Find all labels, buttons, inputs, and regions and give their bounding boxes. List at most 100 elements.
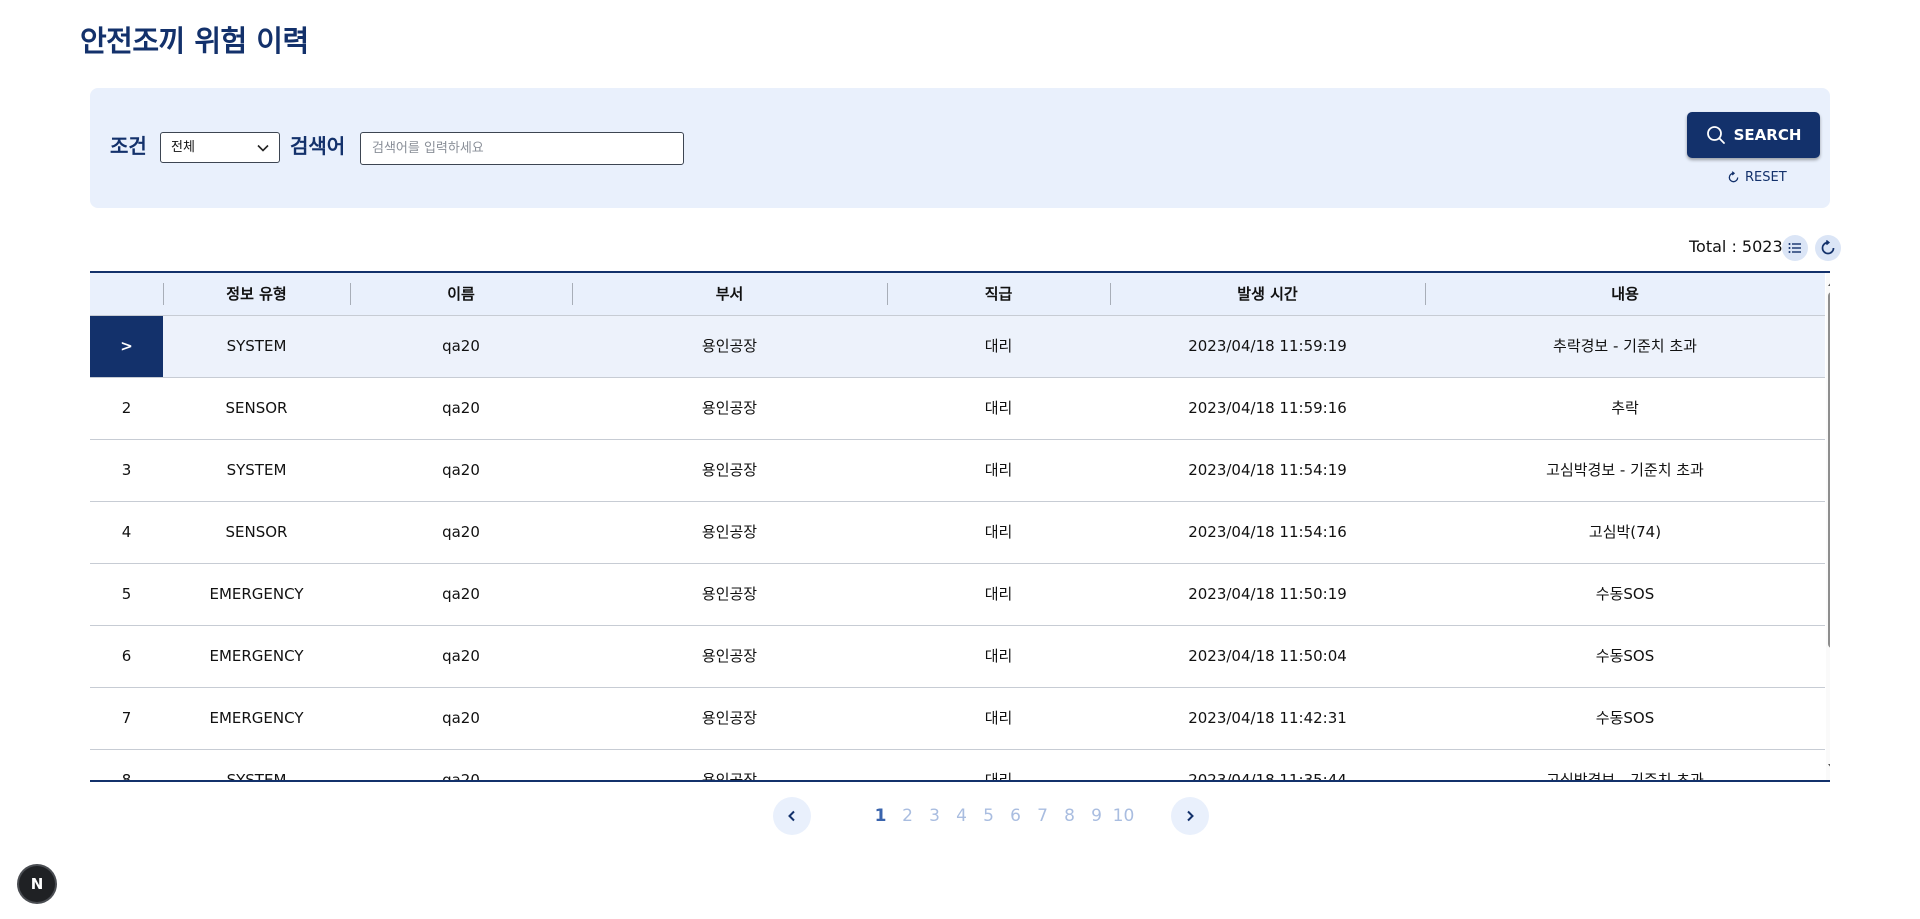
condition-label: 조건 xyxy=(110,134,147,158)
cell-time: 2023/04/18 11:50:19 xyxy=(1188,585,1347,603)
cell-rank: 대리 xyxy=(984,709,1013,727)
cell-dept: 용인공장 xyxy=(701,771,758,782)
refresh-button[interactable] xyxy=(1815,235,1841,261)
list-icon xyxy=(1788,243,1801,253)
cell-rank: 대리 xyxy=(984,461,1013,479)
search-button-label: SEARCH xyxy=(1733,126,1802,144)
table-row[interactable]: 3 SYSTEM qa20 용인공장 대리 2023/04/18 11:54:1… xyxy=(90,440,1825,502)
cell-rank: 대리 xyxy=(984,523,1013,541)
page-title: 안전조끼 위험 이력 xyxy=(80,24,309,58)
nextjs-badge[interactable]: N xyxy=(19,866,55,902)
cell-content: 추락경보 - 기준치 초과 xyxy=(1553,337,1697,355)
condition-select-value: 전체 xyxy=(171,140,195,155)
cell-no: 8 xyxy=(121,771,132,782)
scrollbar-thumb[interactable] xyxy=(1828,292,1830,648)
search-input[interactable] xyxy=(360,132,684,165)
list-view-button[interactable] xyxy=(1782,235,1808,261)
refresh-icon xyxy=(1728,171,1739,183)
page-link[interactable]: 7 xyxy=(1029,806,1056,826)
table-row[interactable]: 8 SYSTEM qa20 용인공장 대리 2023/04/18 11:35:4… xyxy=(90,750,1825,782)
cell-no: 3 xyxy=(121,461,132,479)
page-link[interactable]: 5 xyxy=(975,806,1002,826)
reset-button[interactable]: RESET xyxy=(1727,170,1787,185)
column-header-rank: 직급 xyxy=(887,273,1110,315)
cell-content: 추락 xyxy=(1611,399,1639,417)
cell-name: qa20 xyxy=(442,647,480,665)
cell-no: 7 xyxy=(121,709,132,727)
cell-time: 2023/04/18 11:59:16 xyxy=(1188,399,1347,417)
page-link[interactable]: 10 xyxy=(1110,806,1137,826)
page-link[interactable]: 3 xyxy=(921,806,948,826)
scroll-up-icon[interactable] xyxy=(1826,279,1830,287)
next-page-button[interactable] xyxy=(1171,797,1209,835)
page-link[interactable]: 6 xyxy=(1002,806,1029,826)
cell-name: qa20 xyxy=(442,399,480,417)
condition-select[interactable]: 전체 xyxy=(160,132,280,163)
row-marker: > xyxy=(90,316,163,377)
cell-rank: 대리 xyxy=(984,585,1013,603)
chevron-right-icon xyxy=(1187,810,1194,822)
keyword-label: 검색어 xyxy=(290,134,346,158)
cell-rank: 대리 xyxy=(984,399,1013,417)
cell-type: SYSTEM xyxy=(226,337,287,355)
cell-content: 고심박(74) xyxy=(1588,523,1662,541)
cell-name: qa20 xyxy=(442,461,480,479)
cell-no: 6 xyxy=(121,647,132,665)
page-link[interactable]: 4 xyxy=(948,806,975,826)
column-header-dept: 부서 xyxy=(572,273,887,315)
refresh-icon xyxy=(1821,240,1835,255)
cell-type: SENSOR xyxy=(225,523,288,541)
table-row[interactable]: 5 EMERGENCY qa20 용인공장 대리 2023/04/18 11:5… xyxy=(90,564,1825,626)
total-count: Total : 5023 xyxy=(1689,237,1783,256)
cell-name: qa20 xyxy=(442,771,480,782)
cell-rank: 대리 xyxy=(984,771,1013,782)
cell-time: 2023/04/18 11:35:44 xyxy=(1188,771,1347,782)
cell-type: SYSTEM xyxy=(226,461,287,479)
cell-dept: 용인공장 xyxy=(701,523,758,541)
table-row[interactable]: 2 SENSOR qa20 용인공장 대리 2023/04/18 11:59:1… xyxy=(90,378,1825,440)
cell-rank: 대리 xyxy=(984,337,1013,355)
page-link[interactable]: 8 xyxy=(1056,806,1083,826)
cell-time: 2023/04/18 11:59:19 xyxy=(1188,337,1347,355)
cell-time: 2023/04/18 11:54:16 xyxy=(1188,523,1347,541)
table-row[interactable]: 4 SENSOR qa20 용인공장 대리 2023/04/18 11:54:1… xyxy=(90,502,1825,564)
cell-no: 5 xyxy=(121,585,132,603)
cell-name: qa20 xyxy=(442,337,480,355)
table-header: 정보 유형 이름 부서 직급 발생 시간 내용 xyxy=(90,273,1825,316)
cell-type: EMERGENCY xyxy=(209,647,304,665)
pagination: 1 2 3 4 5 6 7 8 9 10 xyxy=(773,797,1209,835)
page-link[interactable]: 2 xyxy=(894,806,921,826)
chevron-down-icon xyxy=(257,144,269,152)
cell-type: SENSOR xyxy=(225,399,288,417)
cell-dept: 용인공장 xyxy=(701,585,758,603)
prev-page-button[interactable] xyxy=(773,797,811,835)
cell-rank: 대리 xyxy=(984,647,1013,665)
cell-type: EMERGENCY xyxy=(209,709,304,727)
cell-dept: 용인공장 xyxy=(701,461,758,479)
page-link-current[interactable]: 1 xyxy=(867,806,894,826)
cell-dept: 용인공장 xyxy=(701,399,758,417)
reset-button-label: RESET xyxy=(1745,170,1787,185)
cell-time: 2023/04/18 11:54:19 xyxy=(1188,461,1347,479)
page-numbers: 1 2 3 4 5 6 7 8 9 10 xyxy=(867,806,1137,826)
cell-dept: 용인공장 xyxy=(701,709,758,727)
search-button[interactable]: SEARCH xyxy=(1687,112,1820,158)
table-row[interactable]: 6 EMERGENCY qa20 용인공장 대리 2023/04/18 11:5… xyxy=(90,626,1825,688)
table-row[interactable]: > SYSTEM qa20 용인공장 대리 2023/04/18 11:59:1… xyxy=(90,316,1825,378)
cell-name: qa20 xyxy=(442,709,480,727)
cell-no: 2 xyxy=(121,399,132,417)
search-icon xyxy=(1706,126,1725,144)
column-header-marker xyxy=(90,273,163,315)
filter-panel: 조건 전체 검색어 SEARCH RESET xyxy=(90,88,1830,208)
cell-content: 수동SOS xyxy=(1595,585,1655,603)
cell-content: 고심박경보 - 기준치 초과 xyxy=(1546,771,1704,782)
scroll-down-icon[interactable] xyxy=(1826,763,1830,771)
chevron-left-icon xyxy=(788,810,795,822)
page-link[interactable]: 9 xyxy=(1083,806,1110,826)
cell-time: 2023/04/18 11:50:04 xyxy=(1188,647,1347,665)
cell-time: 2023/04/18 11:42:31 xyxy=(1188,709,1347,727)
table-row[interactable]: 7 EMERGENCY qa20 용인공장 대리 2023/04/18 11:4… xyxy=(90,688,1825,750)
cell-dept: 용인공장 xyxy=(701,647,758,665)
cell-type: EMERGENCY xyxy=(209,585,304,603)
column-header-content: 내용 xyxy=(1425,273,1825,315)
